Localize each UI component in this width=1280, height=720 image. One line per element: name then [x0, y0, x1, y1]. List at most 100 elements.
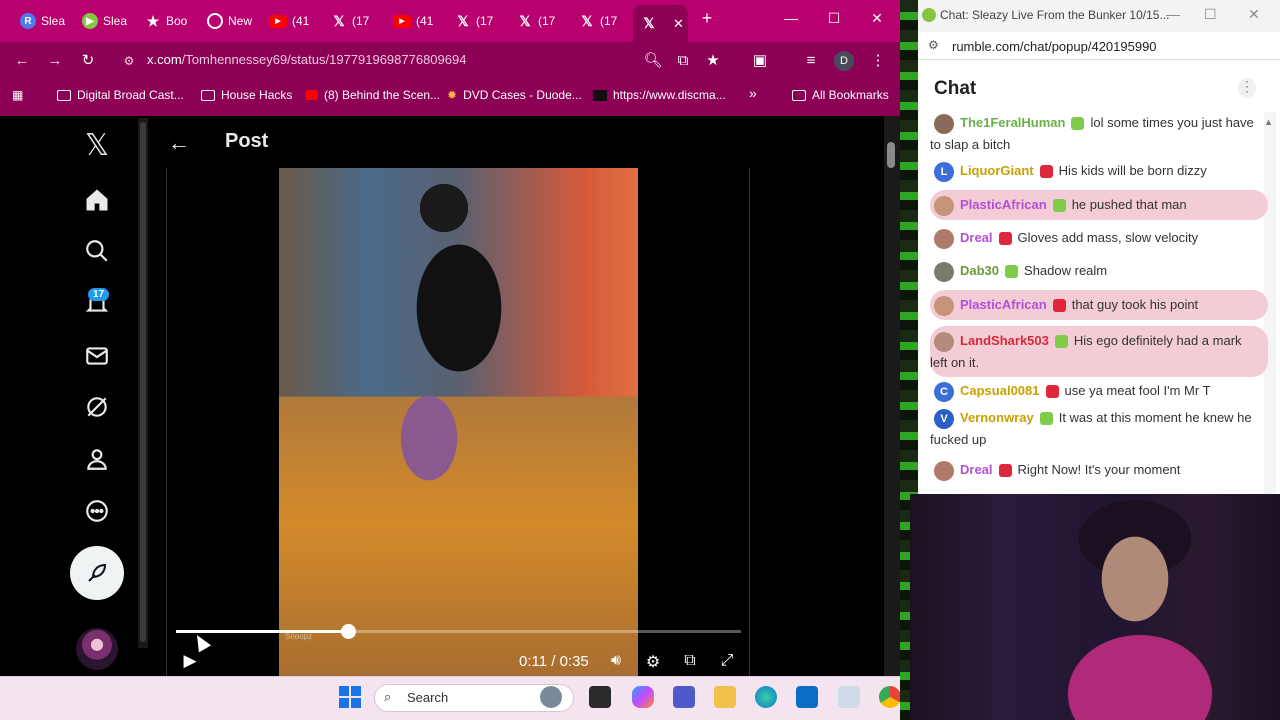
- badge-icon: [1052, 199, 1066, 213]
- chat-urlbar[interactable]: ⚙ rumble.com/chat/popup/420195990: [918, 32, 1280, 60]
- chat-username[interactable]: Dreal: [960, 462, 993, 477]
- apps-grid-icon[interactable]: ▦: [12, 88, 23, 102]
- google-lens-icon[interactable]: ▣: [750, 51, 770, 71]
- volume-icon[interactable]: 🔊︎: [606, 652, 626, 672]
- x-scroll-thumb[interactable]: [140, 122, 146, 642]
- chat-menu-icon[interactable]: ⋮: [1238, 78, 1256, 98]
- x-icon: 𝕏: [643, 15, 655, 31]
- pip-icon[interactable]: ⧉: [680, 652, 700, 672]
- store-icon[interactable]: [796, 686, 818, 708]
- tab-7[interactable]: ▶ (41: [385, 7, 443, 35]
- tab-1[interactable]: R Slea: [12, 7, 70, 35]
- tab-6[interactable]: 𝕏 (17: [323, 7, 381, 35]
- windows-start-icon[interactable]: [339, 686, 361, 708]
- chat-username[interactable]: LiquorGiant: [960, 163, 1034, 178]
- page-scrollbar[interactable]: [884, 116, 900, 676]
- tab-4[interactable]: New: [199, 7, 257, 35]
- reload-icon[interactable]: ↻: [78, 51, 98, 71]
- close-window-icon[interactable]: ✕: [1248, 6, 1260, 23]
- bookmark-digital-broadcast[interactable]: Digital Broad Cast...: [57, 88, 184, 102]
- tab-9[interactable]: 𝕏 (17: [509, 7, 567, 35]
- video-progress-knob[interactable]: [341, 624, 356, 639]
- chat-user-avatar[interactable]: L: [934, 161, 954, 182]
- account-avatar[interactable]: [76, 628, 118, 670]
- chat-user-avatar[interactable]: [934, 295, 954, 316]
- chrome-icon[interactable]: [879, 686, 901, 708]
- bookmark-house-hacks[interactable]: House Hacks: [201, 88, 292, 102]
- rumble-icon: [922, 8, 936, 22]
- menu-kebab-icon[interactable]: ⋮: [868, 51, 888, 71]
- chat-username[interactable]: PlasticAfrican: [960, 197, 1047, 212]
- media-control-icon[interactable]: ≡: [801, 51, 821, 71]
- tab-label: Slea: [41, 14, 66, 28]
- chat-user-avatar[interactable]: [934, 460, 954, 481]
- chat-user-avatar[interactable]: [934, 228, 954, 249]
- rumble-icon: R: [20, 13, 36, 29]
- maximize-icon[interactable]: ☐: [1204, 6, 1217, 23]
- compose-post-button[interactable]: [70, 546, 124, 600]
- chat-username[interactable]: LandShark503: [960, 333, 1049, 348]
- close-window-icon[interactable]: ✕: [867, 10, 887, 27]
- chat-username[interactable]: PlasticAfrican: [960, 297, 1047, 312]
- bookmark-star-icon[interactable]: ★: [703, 51, 723, 71]
- page-scroll-thumb[interactable]: [887, 142, 895, 168]
- new-tab-icon[interactable]: +: [697, 8, 717, 29]
- bookmark-behind-scenes[interactable]: (8) Behind the Scen...: [305, 88, 440, 102]
- edge-icon[interactable]: [755, 686, 777, 708]
- minimize-icon[interactable]: —: [1166, 6, 1180, 22]
- more-options-icon[interactable]: [72, 498, 122, 529]
- fullscreen-icon[interactable]: ⤢: [717, 652, 737, 672]
- play-icon[interactable]: ▶: [180, 651, 200, 671]
- chat-username[interactable]: The1FeralHuman: [960, 115, 1065, 130]
- forward-arrow-icon[interactable]: →: [45, 51, 65, 71]
- tab-8[interactable]: 𝕏 (17: [447, 7, 505, 35]
- chat-username[interactable]: Dab30: [960, 263, 999, 278]
- tab-active[interactable]: 𝕏 ✕: [633, 5, 688, 42]
- chat-user-avatar[interactable]: [934, 331, 954, 352]
- bookmark-all[interactable]: All Bookmarks: [792, 88, 889, 102]
- close-tab-icon[interactable]: ✕: [673, 16, 684, 32]
- chat-user-avatar[interactable]: C: [934, 381, 954, 402]
- profile-icon[interactable]: [72, 446, 122, 477]
- file-explorer-icon[interactable]: [714, 686, 736, 708]
- widgets-icon[interactable]: [540, 686, 562, 708]
- messages-icon[interactable]: [72, 343, 122, 374]
- minimize-icon[interactable]: —: [781, 10, 801, 26]
- chat-user-avatar[interactable]: [934, 195, 954, 216]
- chat-message: V Vernonwray It was at this moment he knew…: [930, 407, 1268, 450]
- tab-3[interactable]: ★ Boo: [137, 7, 195, 35]
- grok-icon[interactable]: [72, 394, 122, 425]
- chat-username[interactable]: Vernonwray: [960, 410, 1034, 425]
- chat-user-avatar[interactable]: [934, 113, 954, 134]
- tab-2[interactable]: ▶ Slea: [74, 7, 132, 35]
- bookmark-dvd-cases[interactable]: ✹ DVD Cases - Duode...: [447, 88, 582, 102]
- chat-username[interactable]: Dreal: [960, 230, 993, 245]
- back-arrow-icon[interactable]: ←: [168, 130, 190, 156]
- install-app-icon[interactable]: ⧉: [673, 51, 693, 71]
- tab-strip: R Slea ▶ Slea ★ Boo New ▶ (41 𝕏 (17 ▶ (4…: [0, 0, 900, 42]
- tab-10[interactable]: 𝕏 (17: [571, 7, 629, 35]
- badge-icon: [1045, 385, 1059, 399]
- chat-username[interactable]: Capsual0081: [960, 383, 1040, 398]
- badge-icon: [1054, 335, 1068, 349]
- chat-user-avatar[interactable]: [934, 261, 954, 282]
- video-frame[interactable]: [279, 168, 638, 676]
- maximize-icon[interactable]: ☐: [824, 10, 844, 27]
- copilot-icon[interactable]: [632, 686, 654, 708]
- x-logo-icon[interactable]: 𝕏: [72, 128, 122, 163]
- tab-5[interactable]: ▶ (41: [261, 7, 319, 35]
- address-bar[interactable]: x.com/Tomhennessey69/status/197791969877…: [147, 52, 466, 67]
- settings-gear-icon[interactable]: ⚙: [643, 652, 663, 672]
- chat-user-avatar[interactable]: V: [934, 408, 954, 429]
- site-info-icon[interactable]: ⚙: [119, 51, 139, 71]
- teams-icon[interactable]: [673, 686, 695, 708]
- more-bookmarks-icon[interactable]: »: [749, 85, 757, 101]
- search-icon[interactable]: [72, 238, 122, 269]
- profile-avatar[interactable]: D: [834, 51, 854, 71]
- home-icon[interactable]: [72, 186, 122, 219]
- task-view-icon[interactable]: [589, 686, 611, 708]
- zoom-icon[interactable]: 🔍︎: [643, 51, 663, 71]
- bookmark-discma[interactable]: https://www.discma...: [593, 88, 726, 102]
- back-arrow-icon[interactable]: ←: [12, 51, 32, 71]
- app-icon[interactable]: [838, 686, 860, 708]
